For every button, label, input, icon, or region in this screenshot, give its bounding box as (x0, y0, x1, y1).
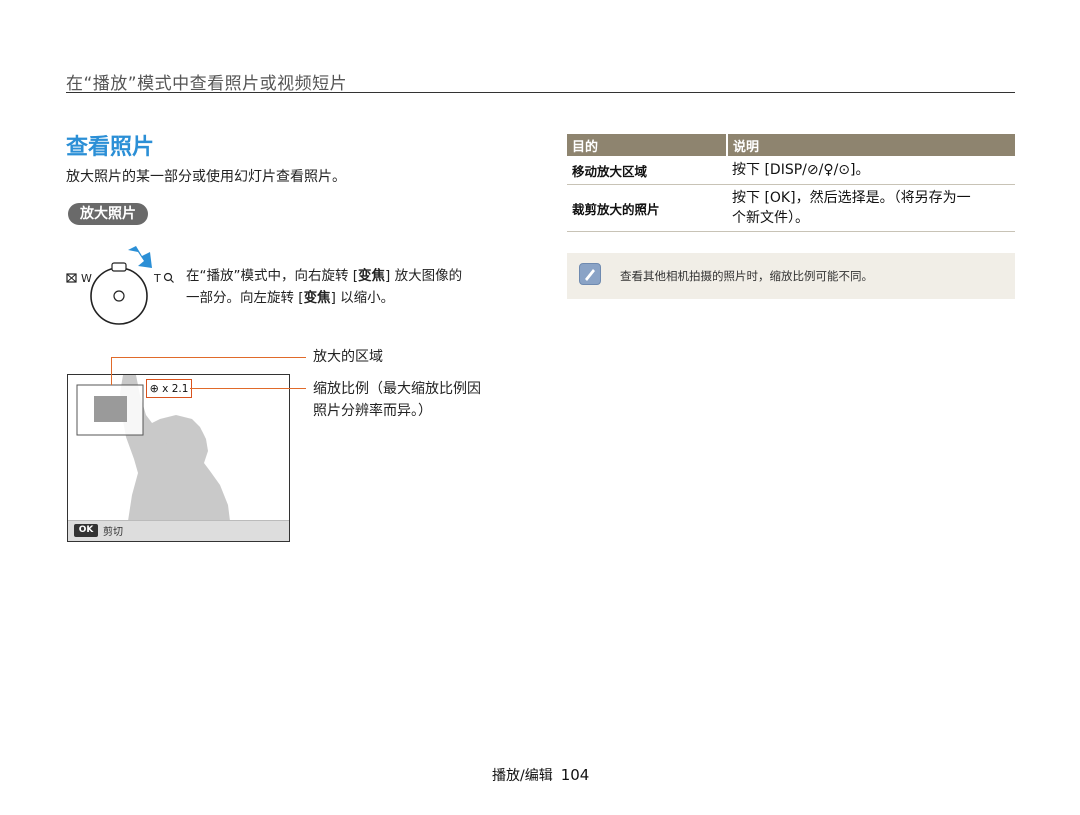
section-title: 在“播放”模式中查看照片或视频短片 (66, 74, 348, 94)
table-cell-description: 按下 [DISP/⊘/♀/⊙]。 (727, 156, 1015, 185)
table-header-purpose: 目的 (567, 134, 727, 156)
ok-button-icon: OK (74, 524, 98, 537)
magnify-icon (163, 272, 173, 282)
t-label: T (153, 272, 161, 285)
section-divider (66, 92, 1015, 93)
page-heading: 查看照片 (66, 135, 155, 160)
callout-zoom-area: 放大的区域 (313, 349, 383, 365)
note-icon (579, 263, 601, 285)
function-table: 目的 说明 移动放大区域 按下 [DISP/⊘/♀/⊙]。 裁剪放大的照片 按下… (567, 134, 1015, 232)
callout-zoom-ratio: 缩放比例（最大缩放比例因 照片分辨率而异。） (313, 381, 481, 419)
rotate-arrow-icon (128, 246, 152, 268)
page-number: 104 (560, 766, 590, 784)
note-box: 查看其他相机拍摄的照片时，缩放比例可能不同。 (567, 253, 1015, 299)
w-label: W (81, 272, 92, 285)
table-row: 移动放大区域 按下 [DISP/⊘/♀/⊙]。 (567, 156, 1015, 185)
zoom-area-box (94, 396, 127, 422)
callout-line-area-h (111, 357, 306, 358)
zoom-ratio-badge: ⊕ x 2.1 (146, 379, 192, 398)
intro-text: 放大照片的某一部分或使用幻灯片查看照片。 (66, 169, 346, 185)
dial-instruction: 在“播放”模式中，向右旋转 [变焦] 放大图像的 一部分。向左旋转 [变焦] 以… (186, 268, 463, 306)
zoom-dial-illustration: W T (66, 246, 178, 332)
lcd-screen: ⊕ x 2.1 OK 剪切 (67, 374, 290, 542)
zoom-dial (90, 267, 148, 325)
zoom-icon: ⊕ (149, 382, 159, 395)
lcd-footer: OK 剪切 (68, 520, 289, 541)
callout-line-area-v (111, 357, 112, 385)
note-text: 查看其他相机拍摄的照片时，缩放比例可能不同。 (620, 269, 873, 283)
subsection-pill: 放大照片 (68, 203, 148, 225)
callout-line-ratio-h (190, 388, 306, 389)
table-cell-purpose: 裁剪放大的照片 (567, 184, 727, 232)
table-row: 裁剪放大的照片 按下 [OK]，然后选择是。（将另存为一 个新文件）。 (567, 184, 1015, 232)
table-cell-description: 按下 [OK]，然后选择是。（将另存为一 个新文件）。 (727, 184, 1015, 232)
page-footer: 播放/编辑 104 (492, 765, 589, 785)
footer-label: 播放/编辑 (492, 768, 553, 784)
table-cell-purpose: 移动放大区域 (567, 156, 727, 185)
crop-label: 剪切 (103, 527, 123, 538)
table-header-description: 说明 (726, 134, 1015, 156)
